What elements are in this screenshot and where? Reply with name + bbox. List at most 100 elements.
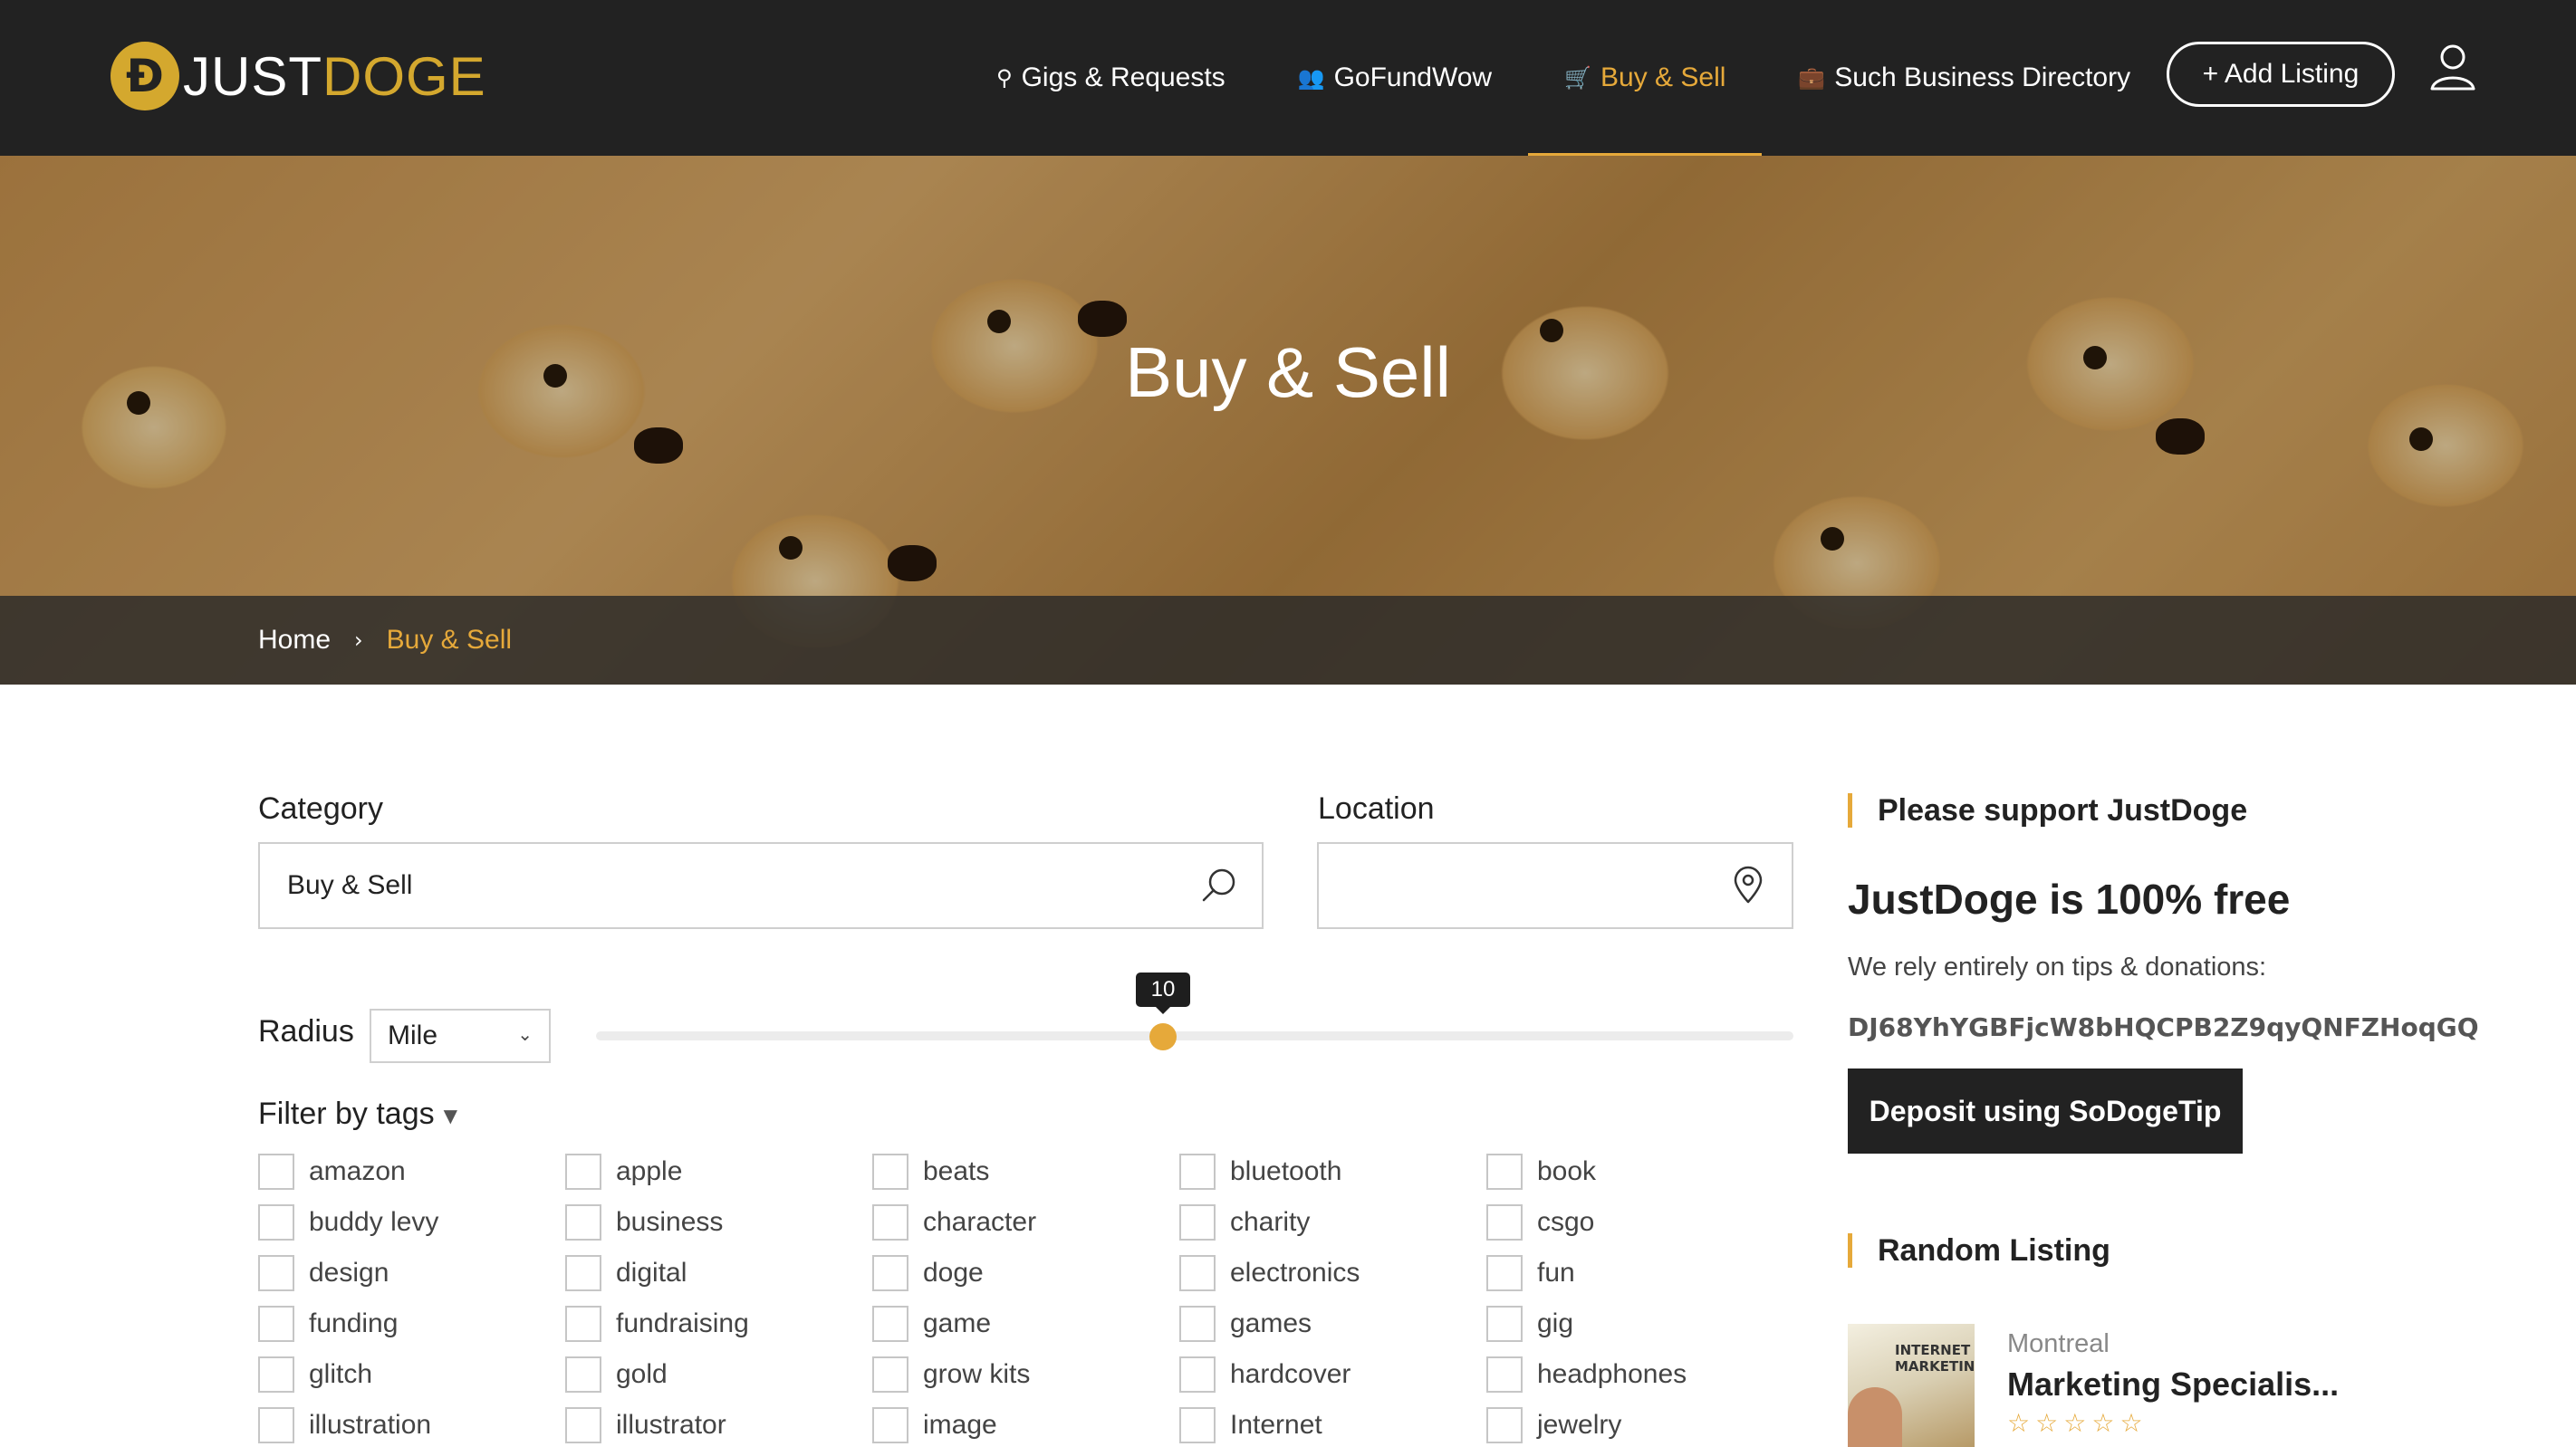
- nav-item-business-directory[interactable]: 💼 Such Business Directory: [1762, 0, 2167, 156]
- tag-label: csgo: [1537, 1207, 1595, 1237]
- tag-label: headphones: [1537, 1359, 1687, 1389]
- checkbox[interactable]: [1486, 1255, 1523, 1291]
- tag-label: glitch: [309, 1359, 373, 1389]
- tag-checkbox-item[interactable]: digital: [565, 1255, 687, 1291]
- checkbox[interactable]: [1179, 1306, 1216, 1342]
- tag-checkbox-item[interactable]: bluetooth: [1179, 1154, 1341, 1190]
- tag-checkbox-item[interactable]: grow kits: [872, 1356, 1030, 1393]
- checkbox[interactable]: [1179, 1255, 1216, 1291]
- tag-checkbox-item[interactable]: apple: [565, 1154, 682, 1190]
- tag-checkbox-item[interactable]: business: [565, 1204, 723, 1241]
- nav-label: Gigs & Requests: [1021, 62, 1226, 92]
- tag-label: games: [1230, 1308, 1312, 1338]
- tag-checkbox-item[interactable]: funding: [258, 1306, 398, 1342]
- tag-checkbox-item[interactable]: character: [872, 1204, 1036, 1241]
- tag-label: hardcover: [1230, 1359, 1351, 1389]
- tag-checkbox-item[interactable]: buddy levy: [258, 1204, 438, 1241]
- user-account-icon[interactable]: [2427, 42, 2478, 92]
- nav-item-gigs-requests[interactable]: ⚲ Gigs & Requests: [960, 0, 1262, 156]
- checkbox[interactable]: [872, 1255, 908, 1291]
- checkbox[interactable]: [1179, 1407, 1216, 1443]
- checkbox[interactable]: [1179, 1154, 1216, 1190]
- checkbox[interactable]: [258, 1204, 294, 1241]
- checkbox[interactable]: [1486, 1356, 1523, 1393]
- checkbox[interactable]: [565, 1356, 601, 1393]
- star-icon: ☆: [2063, 1408, 2087, 1438]
- checkbox[interactable]: [1486, 1204, 1523, 1241]
- tag-checkbox-item[interactable]: game: [872, 1306, 991, 1342]
- tag-checkbox-item[interactable]: image: [872, 1407, 997, 1443]
- checkbox[interactable]: [565, 1407, 601, 1443]
- tag-checkbox-item[interactable]: games: [1179, 1306, 1312, 1342]
- tag-checkbox-item[interactable]: beats: [872, 1154, 989, 1190]
- tag-checkbox-item[interactable]: design: [258, 1255, 389, 1291]
- tag-checkbox-item[interactable]: jewelry: [1486, 1407, 1621, 1443]
- location-input[interactable]: [1317, 842, 1793, 929]
- checkbox[interactable]: [258, 1255, 294, 1291]
- tag-checkbox-item[interactable]: illustration: [258, 1407, 431, 1443]
- checkbox[interactable]: [565, 1154, 601, 1190]
- location-pin-icon[interactable]: [1728, 866, 1768, 906]
- filter-by-tags-label: Filter by tags: [258, 1097, 435, 1131]
- thumbnail-caption: INTERNET MARKETING: [1895, 1342, 1975, 1375]
- tag-checkbox-item[interactable]: hardcover: [1179, 1356, 1350, 1393]
- radius-unit-select[interactable]: Mile ⌄: [370, 1009, 551, 1063]
- breadcrumb-home-link[interactable]: Home: [258, 625, 331, 656]
- star-icon: ☆: [2091, 1408, 2115, 1438]
- tag-checkbox-item[interactable]: csgo: [1486, 1204, 1594, 1241]
- site-logo[interactable]: Đ JUSTDOGE: [111, 40, 486, 112]
- tag-checkbox-item[interactable]: headphones: [1486, 1356, 1687, 1393]
- tag-label: gig: [1537, 1308, 1574, 1338]
- breadcrumb-bar: Home › Buy & Sell: [0, 596, 2576, 685]
- nav-item-gofundwow[interactable]: 👥 GoFundWow: [1262, 0, 1528, 156]
- checkbox[interactable]: [1179, 1204, 1216, 1241]
- tag-label: digital: [616, 1258, 687, 1288]
- checkbox[interactable]: [1486, 1407, 1523, 1443]
- checkbox[interactable]: [565, 1255, 601, 1291]
- users-icon: 👥: [1297, 65, 1325, 91]
- star-icon: ☆: [2035, 1408, 2059, 1438]
- deposit-button[interactable]: Deposit using SoDogeTip: [1848, 1068, 2243, 1154]
- tag-checkbox-item[interactable]: glitch: [258, 1356, 372, 1393]
- tag-checkbox-item[interactable]: electronics: [1179, 1255, 1360, 1291]
- tag-checkbox-item[interactable]: charity: [1179, 1204, 1310, 1241]
- tag-checkbox-item[interactable]: book: [1486, 1154, 1596, 1190]
- checkbox[interactable]: [872, 1306, 908, 1342]
- search-icon[interactable]: [1198, 866, 1238, 906]
- tag-label: fundraising: [616, 1308, 749, 1338]
- page-title: Buy & Sell: [1125, 332, 1451, 412]
- add-listing-button[interactable]: + Add Listing: [2167, 42, 2395, 107]
- tag-label: jewelry: [1537, 1410, 1622, 1440]
- nav-item-buy-sell[interactable]: 🛒 Buy & Sell: [1528, 0, 1763, 156]
- checkbox[interactable]: [872, 1204, 908, 1241]
- checkbox[interactable]: [258, 1306, 294, 1342]
- checkbox[interactable]: [565, 1306, 601, 1342]
- filter-by-tags-toggle[interactable]: Filter by tags ▼: [258, 1097, 457, 1132]
- tag-checkbox-item[interactable]: doge: [872, 1255, 984, 1291]
- tag-checkbox-item[interactable]: Internet: [1179, 1407, 1322, 1443]
- category-input[interactable]: Buy & Sell: [258, 842, 1264, 929]
- tag-label: character: [923, 1207, 1037, 1237]
- donation-text: We rely entirely on tips & donations:: [1848, 953, 2267, 982]
- checkbox[interactable]: [872, 1407, 908, 1443]
- tag-checkbox-item[interactable]: fun: [1486, 1255, 1575, 1291]
- radius-slider-track[interactable]: [596, 1031, 1793, 1040]
- checkbox[interactable]: [1486, 1306, 1523, 1342]
- checkbox[interactable]: [1179, 1356, 1216, 1393]
- checkbox[interactable]: [258, 1356, 294, 1393]
- checkbox[interactable]: [258, 1154, 294, 1190]
- tag-checkbox-item[interactable]: fundraising: [565, 1306, 749, 1342]
- tag-label: illustrator: [616, 1410, 726, 1440]
- radius-slider-handle[interactable]: [1149, 1023, 1177, 1050]
- checkbox[interactable]: [565, 1204, 601, 1241]
- tag-checkbox-item[interactable]: gold: [565, 1356, 668, 1393]
- checkbox[interactable]: [1486, 1154, 1523, 1190]
- tag-checkbox-item[interactable]: amazon: [258, 1154, 406, 1190]
- checkbox[interactable]: [258, 1407, 294, 1443]
- tag-checkbox-item[interactable]: illustrator: [565, 1407, 726, 1443]
- checkbox[interactable]: [872, 1356, 908, 1393]
- tag-checkbox-item[interactable]: gig: [1486, 1306, 1573, 1342]
- listing-thumbnail[interactable]: INTERNET MARKETING: [1848, 1324, 1975, 1447]
- checkbox[interactable]: [872, 1154, 908, 1190]
- listing-title-link[interactable]: Marketing Specialis...: [2007, 1366, 2339, 1404]
